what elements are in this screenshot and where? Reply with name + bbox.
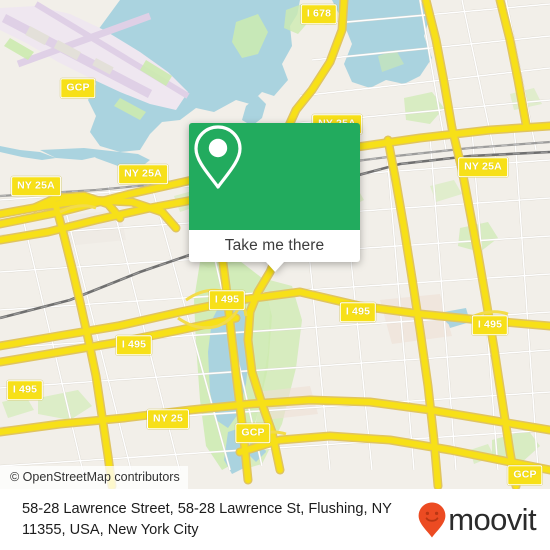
result-footer: 58-28 Lawrence Street, 58-28 Lawrence St…: [0, 489, 550, 550]
moovit-wordmark: moovit: [448, 502, 536, 537]
highway-shield: I 495: [471, 315, 509, 335]
map-result-screen: I 678GCPNY 25ANY 25ANY 25ANY 25AI 495I 4…: [0, 0, 550, 550]
address-text: 58-28 Lawrence Street, 58-28 Lawrence St…: [22, 500, 392, 538]
highway-shield: NY 25A: [118, 164, 168, 184]
highway-shield: I 495: [6, 380, 44, 400]
moovit-pin-icon: [418, 502, 446, 537]
location-popup-card[interactable]: Take me there: [189, 123, 360, 272]
map-pin-icon: [194, 125, 242, 189]
popup-header: [189, 123, 360, 230]
highway-shield: I 495: [339, 302, 377, 322]
highway-shield: I 678: [300, 4, 338, 24]
highway-shield: GCP: [507, 465, 543, 485]
highway-shield: I 495: [115, 335, 153, 355]
popup-pointer-tail: [265, 262, 284, 272]
highway-shield: GCP: [60, 78, 96, 98]
map-attribution: © OpenStreetMap contributors: [0, 465, 188, 489]
map-canvas[interactable]: I 678GCPNY 25ANY 25ANY 25ANY 25AI 495I 4…: [0, 0, 550, 489]
highway-shield: I 495: [208, 290, 246, 310]
highway-shield: NY 25: [147, 409, 189, 429]
highway-shield: NY 25A: [458, 157, 508, 177]
moovit-logo[interactable]: moovit: [417, 501, 550, 539]
highway-shield: NY 25A: [11, 176, 61, 196]
popup-footer[interactable]: Take me there: [189, 230, 360, 272]
take-me-there-button[interactable]: Take me there: [225, 238, 325, 254]
highway-shield: GCP: [235, 423, 271, 443]
